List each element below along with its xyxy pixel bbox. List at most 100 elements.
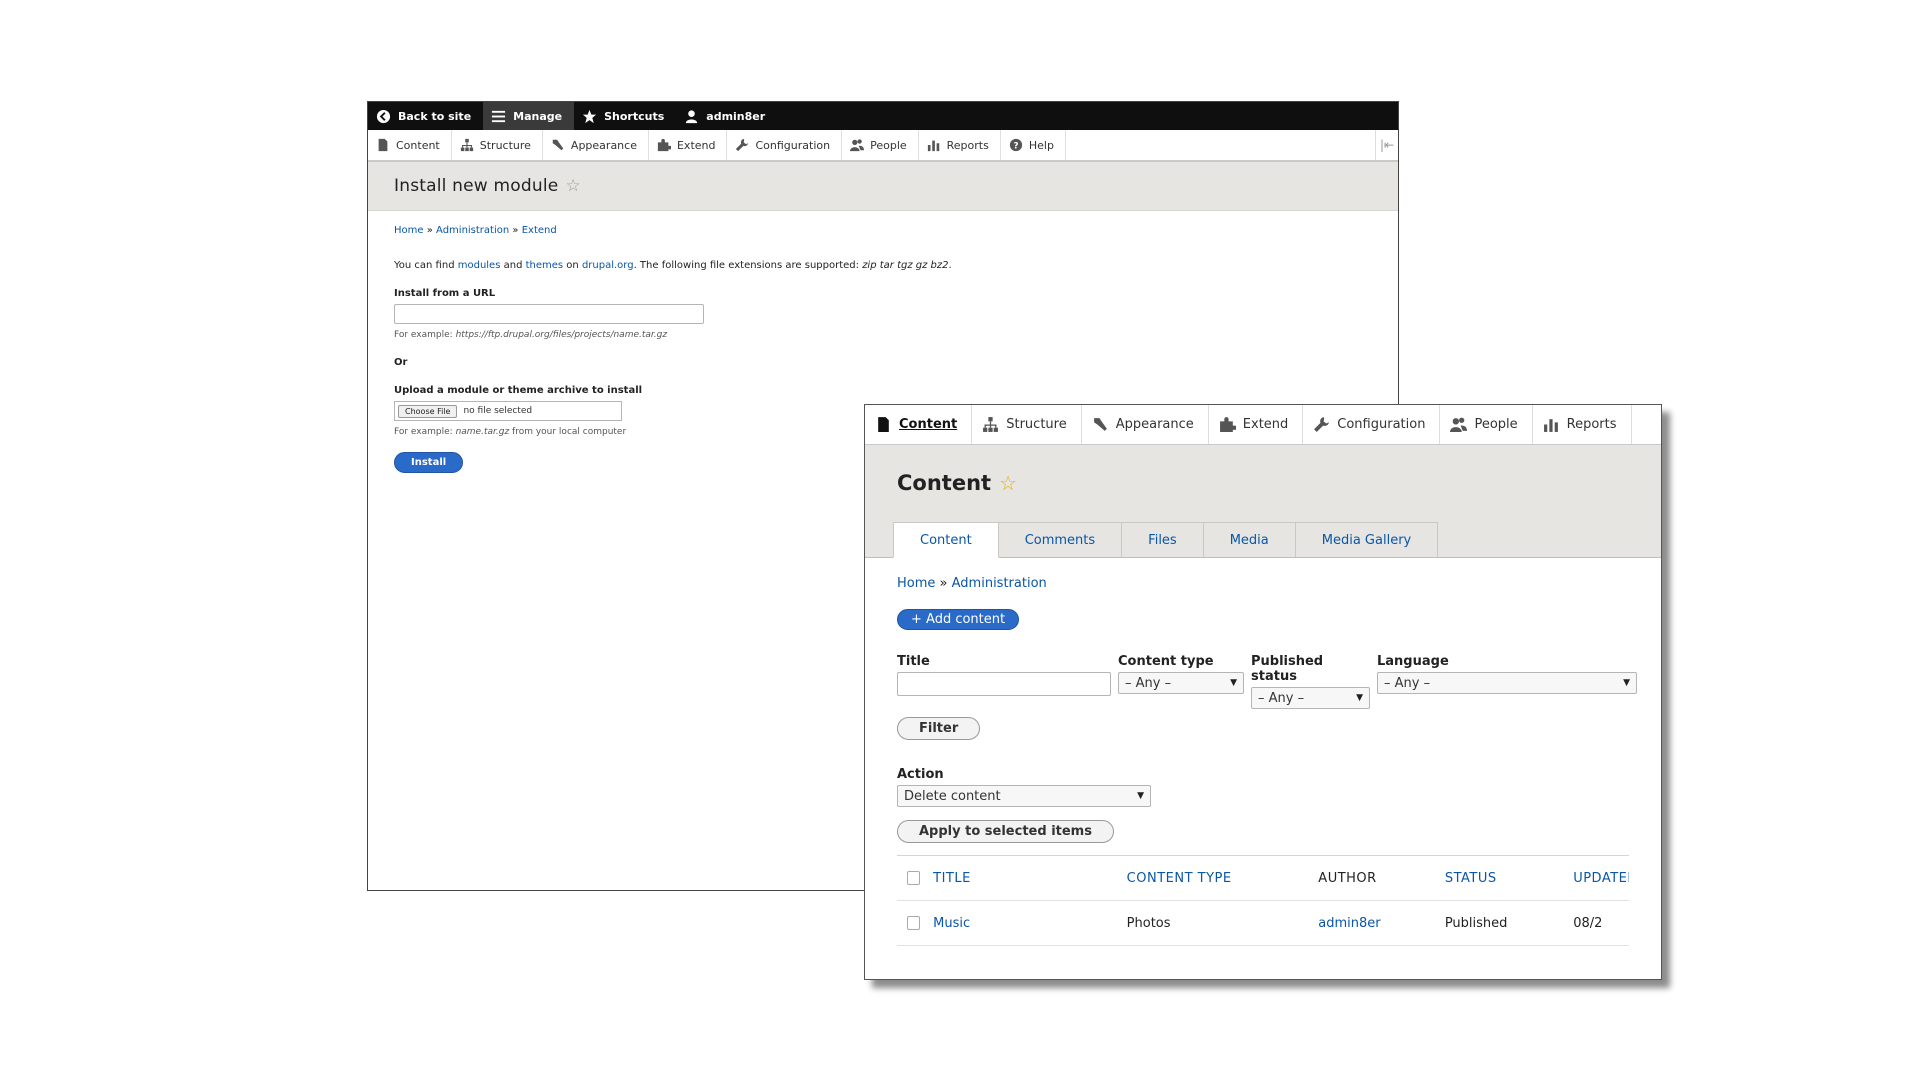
title-filter-input[interactable] — [897, 672, 1111, 696]
tray-item-label: Configuration — [755, 139, 830, 152]
file-upload-field[interactable]: Choose File no file selected — [394, 401, 622, 421]
url-label: Install from a URL — [394, 288, 1372, 299]
intro-text-part: and — [500, 260, 525, 271]
tray-item-configuration[interactable]: Configuration — [727, 130, 842, 160]
tray-item-content[interactable]: Content — [865, 405, 972, 444]
tab-media[interactable]: Media — [1203, 522, 1296, 557]
page-title-text: Install new module — [394, 176, 558, 196]
breadcrumb-separator: » — [427, 225, 433, 236]
modules-link[interactable]: modules — [458, 260, 501, 271]
tray-item-label: Reports — [947, 139, 989, 152]
breadcrumb-separator: » — [940, 576, 948, 591]
header-content-type[interactable]: CONTENT TYPE — [1127, 871, 1319, 886]
url-description: For example: https://ftp.drupal.org/file… — [394, 330, 1372, 340]
breadcrumb-extend[interactable]: Extend — [522, 225, 557, 236]
drupal-org-link[interactable]: drupal.org — [582, 260, 634, 271]
tab-comments[interactable]: Comments — [998, 522, 1122, 557]
tray-item-people[interactable]: People — [1440, 405, 1532, 444]
tray-item-label: Configuration — [1337, 417, 1425, 432]
table-row: Music Photos admin8er Published 08/2 — [897, 901, 1629, 946]
reports-icon — [1543, 416, 1560, 433]
page-header: Content☆ Content Comments Files Media Me… — [865, 445, 1661, 558]
header-author: AUTHOR — [1318, 871, 1445, 886]
select-all-checkbox[interactable] — [907, 871, 920, 885]
tray-item-label: People — [1474, 417, 1517, 432]
manage-tab[interactable]: Manage — [483, 102, 574, 130]
tray-item-extend[interactable]: Extend — [649, 130, 728, 160]
star-icon — [582, 109, 597, 124]
choose-file-button[interactable]: Choose File — [398, 405, 457, 418]
table-header: TITLE CONTENT TYPE AUTHOR STATUS UPDATED — [897, 856, 1629, 901]
shortcut-star-icon[interactable]: ☆ — [565, 176, 580, 196]
intro-text-part: on — [563, 260, 582, 271]
row-title-link[interactable]: Music — [933, 916, 1127, 931]
tab-content[interactable]: Content — [893, 522, 999, 558]
page-title: Install new module ☆ — [394, 176, 581, 196]
tab-media-gallery[interactable]: Media Gallery — [1295, 522, 1438, 557]
manage-label: Manage — [513, 110, 562, 123]
add-content-button[interactable]: + Add content — [897, 609, 1019, 630]
content-window: Content Structure Appearance Extend Conf… — [864, 404, 1662, 980]
header-updated[interactable]: UPDATED — [1573, 871, 1629, 886]
language-select[interactable]: – Any –▼ — [1377, 672, 1637, 694]
people-icon — [1450, 416, 1467, 433]
tray-item-structure[interactable]: Structure — [452, 130, 543, 160]
back-to-site-link[interactable]: Back to site — [368, 102, 483, 130]
content-type-filter: Content type – Any –▼ — [1118, 654, 1244, 709]
wrench-icon — [1313, 416, 1330, 433]
header-title[interactable]: TITLE — [933, 871, 1127, 886]
admin-tray: Content Structure Appearance Extend Conf… — [368, 130, 1398, 162]
admin-tray: Content Structure Appearance Extend Conf… — [865, 405, 1661, 445]
published-status-select[interactable]: – Any –▼ — [1251, 687, 1370, 709]
admin-toolbar: Back to site Manage Shortcuts admin8er — [368, 102, 1398, 130]
language-value: – Any – — [1384, 676, 1430, 691]
published-status-value: – Any – — [1258, 691, 1304, 706]
page-content: Home » Administration + Add content Titl… — [865, 558, 1661, 946]
row-author-link[interactable]: admin8er — [1318, 916, 1445, 931]
tray-item-label: Extend — [677, 139, 716, 152]
shortcut-star-icon[interactable]: ☆ — [999, 471, 1017, 495]
tray-item-extend[interactable]: Extend — [1209, 405, 1304, 444]
tray-item-reports[interactable]: Reports — [1533, 405, 1632, 444]
themes-link[interactable]: themes — [526, 260, 564, 271]
breadcrumb-administration[interactable]: Administration — [952, 576, 1047, 591]
people-icon — [850, 138, 864, 152]
tray-item-help[interactable]: ? Help — [1001, 130, 1066, 160]
svg-text:?: ? — [1013, 142, 1018, 152]
tray-item-structure[interactable]: Structure — [972, 405, 1081, 444]
title-filter: Title — [897, 654, 1111, 709]
tray-item-label: Structure — [1006, 417, 1066, 432]
tray-item-reports[interactable]: Reports — [919, 130, 1001, 160]
url-description-prefix: For example: — [394, 330, 456, 340]
reports-icon — [927, 138, 941, 152]
content-type-select[interactable]: – Any –▼ — [1118, 672, 1244, 694]
action-label: Action — [897, 767, 1629, 782]
url-input[interactable] — [394, 304, 704, 324]
tray-item-appearance[interactable]: Appearance — [543, 130, 649, 160]
shortcuts-tab[interactable]: Shortcuts — [574, 102, 676, 130]
tray-item-appearance[interactable]: Appearance — [1082, 405, 1209, 444]
tray-item-configuration[interactable]: Configuration — [1303, 405, 1440, 444]
tab-files[interactable]: Files — [1121, 522, 1204, 557]
tray-item-people[interactable]: People — [842, 130, 919, 160]
row-checkbox[interactable] — [907, 916, 920, 930]
upload-description-suffix: from your local computer — [509, 427, 626, 437]
tray-item-label: People — [870, 139, 907, 152]
install-button[interactable]: Install — [394, 452, 463, 473]
structure-icon — [982, 416, 999, 433]
intro-text: You can find modules and themes on drupa… — [394, 260, 1372, 271]
user-tab[interactable]: admin8er — [676, 102, 777, 130]
upload-label: Upload a module or theme archive to inst… — [394, 385, 1372, 396]
breadcrumb-home[interactable]: Home — [394, 225, 424, 236]
tray-item-content[interactable]: Content — [368, 130, 452, 160]
breadcrumb-administration[interactable]: Administration — [436, 225, 509, 236]
upload-description-example: name.tar.gz — [456, 427, 510, 437]
breadcrumb-home[interactable]: Home — [897, 576, 935, 591]
filter-button[interactable]: Filter — [897, 717, 980, 740]
header-status[interactable]: STATUS — [1445, 871, 1573, 886]
apply-button[interactable]: Apply to selected items — [897, 820, 1114, 843]
tray-item-label: Content — [899, 417, 957, 432]
tray-orientation-toggle[interactable]: |⇤ — [1375, 130, 1398, 160]
content-icon — [376, 138, 390, 152]
action-select[interactable]: Delete content▼ — [897, 785, 1151, 807]
